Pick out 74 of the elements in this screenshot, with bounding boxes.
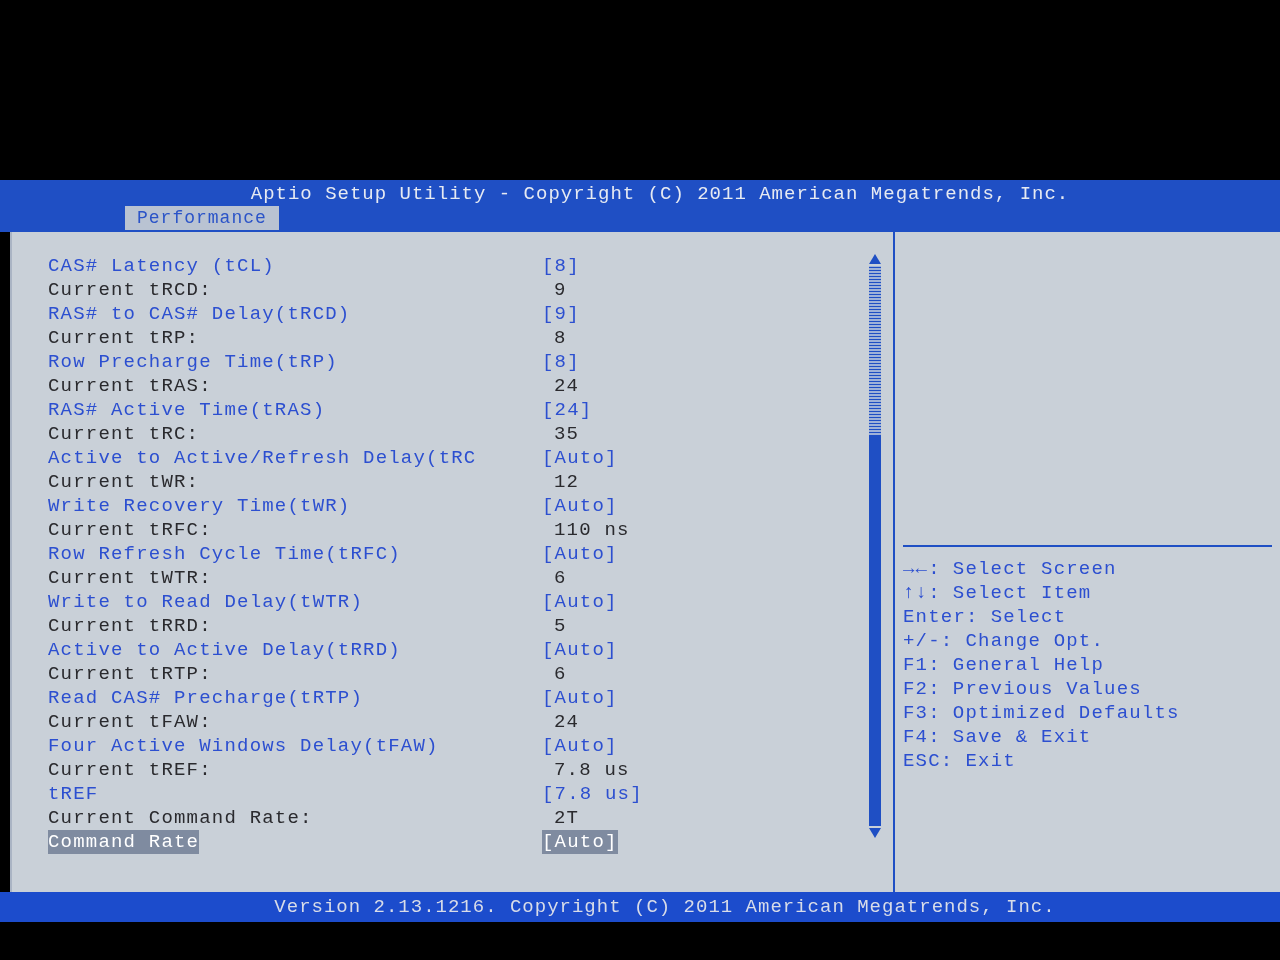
info-value: 9	[554, 278, 567, 302]
info-value: 35	[554, 422, 580, 446]
scrollbar[interactable]	[869, 266, 881, 826]
setting-label[interactable]: RAS# Active Time(tRAS)	[48, 398, 326, 422]
info-label: Current Command Rate:	[48, 806, 313, 830]
help-action: Select Screen	[952, 557, 1117, 581]
setting-label[interactable]: Write to Read Delay(tWTR)	[48, 590, 364, 614]
info-value: 110 ns	[554, 518, 630, 542]
setting-label[interactable]: Read CAS# Precharge(tRTP)	[48, 686, 364, 710]
help-key: F1:	[903, 653, 941, 677]
help-action: General Help	[952, 653, 1105, 677]
help-key: ↑↓:	[903, 581, 941, 605]
setting-label[interactable]: tREF	[48, 782, 99, 806]
help-action: Previous Values	[952, 677, 1142, 701]
info-value: 24	[554, 374, 580, 398]
footer-text: Version 2.13.1216. Copyright (C) 2011 American Megatrends, Inc.	[274, 894, 1056, 920]
info-value: 6	[554, 662, 567, 686]
info-value: 12	[554, 470, 580, 494]
scroll-up-icon[interactable]	[869, 254, 881, 264]
setting-label[interactable]: Active to Active/Refresh Delay(tRC	[48, 446, 477, 470]
help-key: →←:	[903, 557, 941, 581]
window-title: Aptio Setup Utility - Copyright (C) 2011 American Megatrends, Inc.	[250, 182, 1070, 206]
help-action: Exit	[965, 749, 1016, 773]
help-action: Save & Exit	[952, 725, 1092, 749]
setting-value[interactable]: [Auto]	[542, 590, 618, 614]
setting-label[interactable]: Write Recovery Time(tWR)	[48, 494, 351, 518]
info-label: Current tREF:	[48, 758, 212, 782]
help-action: Select	[990, 605, 1067, 629]
help-action: Change Opt.	[965, 629, 1105, 653]
setting-value[interactable]: [9]	[542, 302, 580, 326]
setting-label[interactable]: Active to Active Delay(tRRD)	[48, 638, 401, 662]
info-value: 2T	[554, 806, 580, 830]
setting-value[interactable]: [Auto]	[542, 830, 618, 854]
setting-value[interactable]: [Auto]	[542, 734, 618, 758]
setting-label[interactable]: Row Refresh Cycle Time(tRFC)	[48, 542, 401, 566]
info-label: Current tRCD:	[48, 278, 212, 302]
info-label: Current tRP:	[48, 326, 200, 350]
info-label: Current tWTR:	[48, 566, 212, 590]
help-key: F4:	[903, 725, 941, 749]
info-label: Current tRC:	[48, 422, 200, 446]
setting-label[interactable]: Command Rate	[48, 830, 200, 854]
help-key: ESC:	[903, 749, 954, 773]
info-value: 7.8 us	[554, 758, 630, 782]
setting-value[interactable]: [Auto]	[542, 542, 618, 566]
setting-value[interactable]: [24]	[542, 398, 593, 422]
info-value: 8	[554, 326, 567, 350]
help-key: F3:	[903, 701, 941, 725]
setting-label[interactable]: Row Precharge Time(tRP)	[48, 350, 338, 374]
info-label: Current tRTP:	[48, 662, 212, 686]
help-key: F2:	[903, 677, 941, 701]
info-value: 24	[554, 710, 580, 734]
tab[interactable]: Performance	[125, 206, 279, 230]
setting-label[interactable]: Four Active Windows Delay(tFAW)	[48, 734, 439, 758]
setting-value[interactable]: [7.8 us]	[542, 782, 643, 806]
setting-value[interactable]: [Auto]	[542, 494, 618, 518]
setting-value[interactable]: [Auto]	[542, 638, 618, 662]
setting-value[interactable]: [Auto]	[542, 446, 618, 470]
info-label: Current tRFC:	[48, 518, 212, 542]
setting-value[interactable]: [8]	[542, 254, 580, 278]
scroll-down-icon[interactable]	[869, 828, 881, 838]
help-key: Enter:	[903, 605, 979, 629]
help-action: Select Item	[952, 581, 1092, 605]
info-value: 5	[554, 614, 567, 638]
help-action: Optimized Defaults	[952, 701, 1180, 725]
info-label: Current tRAS:	[48, 374, 212, 398]
help-key: +/-:	[903, 629, 954, 653]
info-label: Current tFAW:	[48, 710, 212, 734]
info-value: 6	[554, 566, 567, 590]
setting-value[interactable]: [8]	[542, 350, 580, 374]
setting-label[interactable]: CAS# Latency (tCL)	[48, 254, 275, 278]
setting-label[interactable]: RAS# to CAS# Delay(tRCD)	[48, 302, 351, 326]
setting-value[interactable]: [Auto]	[542, 686, 618, 710]
info-label: Current tRRD:	[48, 614, 212, 638]
info-label: Current tWR:	[48, 470, 200, 494]
